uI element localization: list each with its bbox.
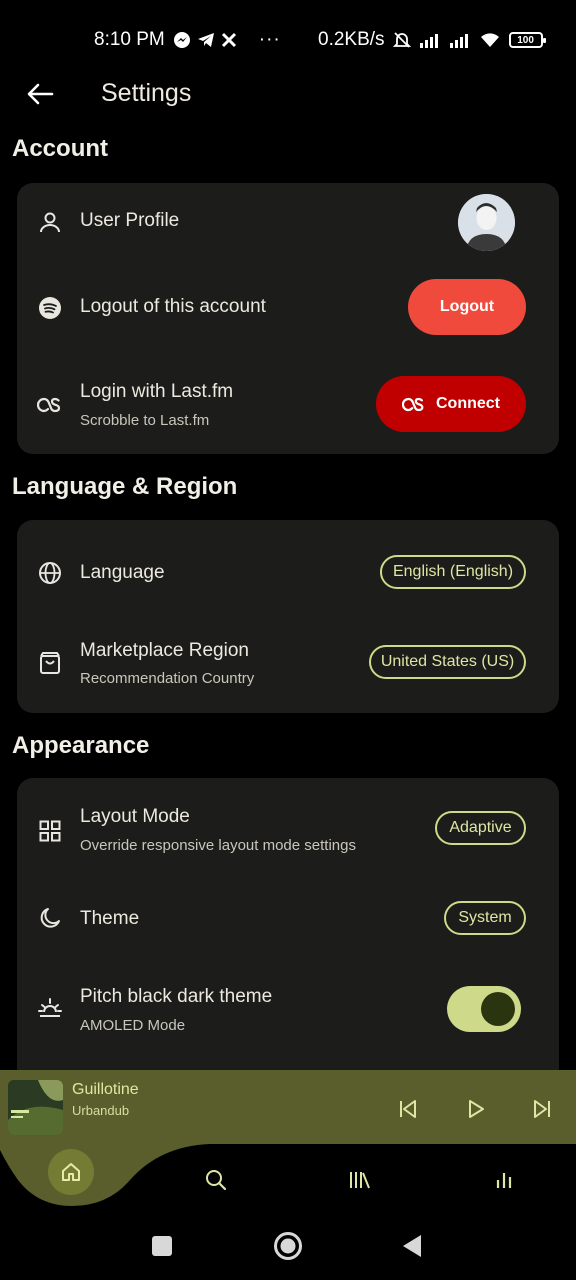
- song-title[interactable]: Guillotine: [72, 1081, 139, 1099]
- circle-icon: [274, 1232, 302, 1260]
- region-label: Marketplace Region: [80, 640, 249, 661]
- previous-button[interactable]: [393, 1094, 423, 1124]
- pitch-black-toggle[interactable]: [447, 986, 521, 1032]
- moon-icon: [37, 905, 63, 931]
- lastfm-label: Login with Last.fm: [80, 381, 234, 402]
- lastfm-row: Login with Last.fm Scrobble to Last.fm C…: [17, 375, 559, 435]
- library-icon: [350, 1172, 370, 1189]
- wifi-icon: [480, 33, 499, 47]
- section-title-appearance: Appearance: [12, 732, 150, 759]
- next-button[interactable]: [527, 1094, 557, 1124]
- status-bar: 8:10 PM ··· 0.2KB/s 100: [0, 0, 576, 80]
- more-notifications-icon: ···: [258, 29, 281, 50]
- region-row[interactable]: Marketplace Region Recommendation Countr…: [17, 630, 559, 696]
- logout-label: Logout of this account: [80, 296, 266, 317]
- layout-mode-sublabel: Override responsive layout mode settings: [80, 837, 356, 854]
- play-button[interactable]: [461, 1094, 491, 1124]
- back-button[interactable]: [22, 78, 58, 110]
- network-speed: 0.2KB/s: [318, 29, 385, 50]
- nav-search[interactable]: [196, 1160, 236, 1200]
- connect-button[interactable]: Connect: [376, 376, 526, 432]
- region-select[interactable]: United States (US): [369, 645, 526, 679]
- nav-home[interactable]: [48, 1149, 94, 1195]
- app-bar: Settings: [0, 70, 576, 118]
- messenger-icon: [173, 32, 190, 48]
- spotify-icon: [37, 295, 63, 321]
- connect-button-label: Connect: [436, 395, 500, 412]
- grid-icon: [37, 818, 63, 844]
- home-icon: [62, 1163, 80, 1181]
- skip-previous-icon: [400, 1100, 416, 1118]
- mute-bell-icon: [392, 32, 411, 48]
- globe-icon: [37, 560, 63, 586]
- user-profile-row[interactable]: User Profile: [17, 183, 559, 263]
- region-sublabel: Recommendation Country: [80, 670, 255, 687]
- battery-level: 100: [517, 34, 534, 46]
- bar-chart-icon: [496, 1173, 512, 1188]
- x-icon: [221, 32, 236, 48]
- lastfm-icon: [37, 392, 63, 418]
- signal-icon: [419, 34, 438, 48]
- signal-icon-2: [449, 34, 468, 48]
- section-title-language: Language & Region: [12, 473, 238, 500]
- logout-button[interactable]: Logout: [408, 279, 526, 335]
- person-icon: [37, 209, 63, 235]
- theme-label: Theme: [80, 908, 140, 929]
- layout-mode-row[interactable]: Layout Mode Override responsive layout m…: [17, 798, 559, 864]
- shopping-bag-icon: [37, 650, 63, 676]
- language-select[interactable]: English (English): [380, 555, 526, 589]
- nav-library[interactable]: [340, 1160, 380, 1200]
- layout-mode-select[interactable]: Adaptive: [435, 811, 526, 845]
- pitch-black-label: Pitch black dark theme: [80, 986, 273, 1007]
- avatar[interactable]: [458, 194, 515, 251]
- battery-icon: 100: [508, 32, 546, 48]
- telegram-icon: [197, 33, 214, 47]
- triangle-back-icon: [403, 1235, 421, 1257]
- page-title: Settings: [101, 79, 192, 107]
- language-card: Language English (English) Marketplace R…: [17, 520, 559, 713]
- toggle-knob: [481, 992, 515, 1026]
- square-icon: [152, 1236, 172, 1256]
- arrow-back-icon: [27, 83, 54, 105]
- search-icon: [206, 1170, 227, 1191]
- logout-row: Logout of this account Logout: [17, 278, 559, 338]
- play-icon: [469, 1100, 484, 1118]
- layout-mode-label: Layout Mode: [80, 806, 190, 827]
- language-row[interactable]: Language English (English): [17, 540, 559, 606]
- account-card: User Profile Logout of this account Logo…: [17, 183, 559, 454]
- theme-row[interactable]: Theme System: [17, 888, 559, 954]
- pitch-black-sublabel: AMOLED Mode: [80, 1017, 186, 1034]
- language-label: Language: [80, 562, 165, 583]
- section-title-account: Account: [12, 135, 108, 162]
- status-time: 8:10 PM: [94, 29, 165, 50]
- album-art[interactable]: [8, 1080, 63, 1135]
- nav-stats[interactable]: [484, 1160, 524, 1200]
- skip-next-icon: [534, 1100, 550, 1118]
- lastfm-icon: [402, 397, 424, 411]
- appearance-card: Layout Mode Override responsive layout m…: [17, 778, 559, 1088]
- home-system-button[interactable]: [266, 1222, 310, 1270]
- sunset-icon: [37, 995, 63, 1021]
- back-system-button[interactable]: [390, 1222, 434, 1270]
- lastfm-sublabel: Scrobble to Last.fm: [80, 412, 210, 429]
- song-artist[interactable]: Urbandub: [72, 1103, 129, 1118]
- user-profile-label: User Profile: [80, 210, 180, 231]
- recent-apps-button[interactable]: [140, 1222, 184, 1270]
- pitch-black-row[interactable]: Pitch black dark theme AMOLED Mode: [17, 978, 559, 1044]
- theme-select[interactable]: System: [444, 901, 526, 935]
